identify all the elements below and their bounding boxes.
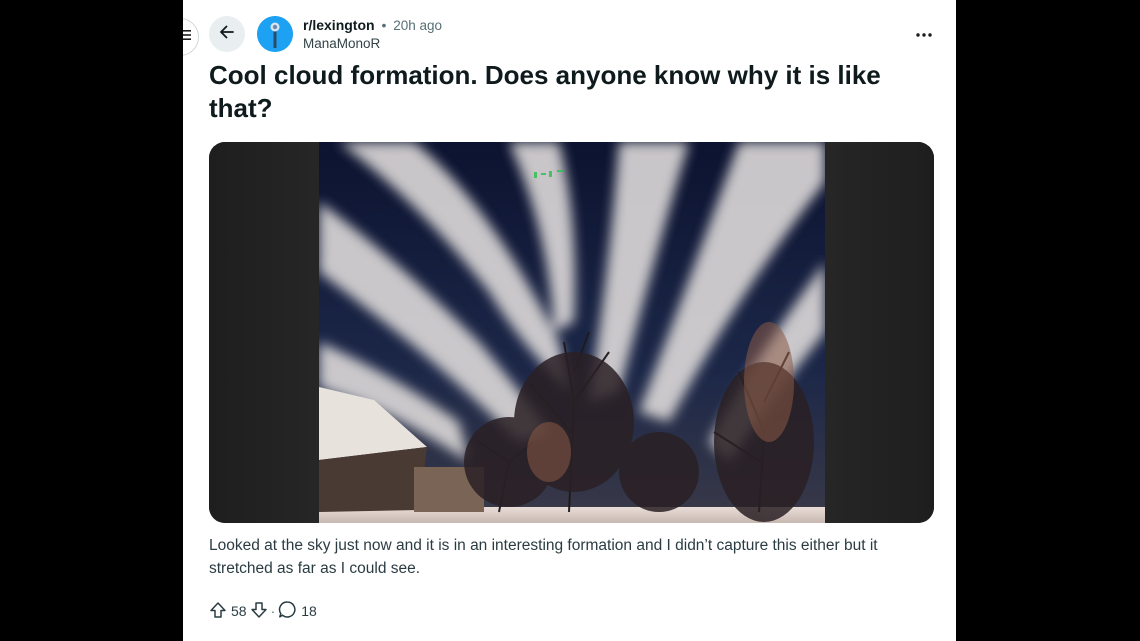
arrow-up-icon bbox=[209, 601, 227, 622]
post-media[interactable] bbox=[209, 142, 934, 523]
upvote-button[interactable] bbox=[209, 601, 227, 622]
post-title[interactable]: Cool cloud formation. Does anyone know w… bbox=[209, 59, 944, 125]
author-link[interactable]: ManaMonoR bbox=[303, 35, 442, 53]
screen: r/lexington • 20h ago ManaMonoR Cool clo… bbox=[0, 0, 1140, 641]
ellipsis-icon bbox=[915, 25, 933, 43]
cloud-photo bbox=[319, 142, 825, 523]
comments-button[interactable] bbox=[278, 600, 297, 622]
arrow-down-icon bbox=[250, 601, 268, 622]
post-panel: r/lexington • 20h ago ManaMonoR Cool clo… bbox=[183, 0, 956, 641]
menu-icon bbox=[183, 28, 192, 46]
subreddit-link[interactable]: r/lexington bbox=[303, 17, 375, 33]
arrow-left-icon bbox=[218, 23, 236, 46]
upvote-count: 58 bbox=[231, 603, 247, 619]
sidebar-menu-button[interactable] bbox=[183, 18, 199, 56]
more-options-button[interactable] bbox=[910, 20, 938, 48]
post-actions: 58 · 18 bbox=[209, 600, 320, 622]
post-time: 20h ago bbox=[393, 18, 443, 33]
back-button[interactable] bbox=[209, 16, 245, 52]
avatar-image bbox=[257, 16, 293, 52]
meta-separator: • bbox=[381, 17, 387, 33]
comment-count: 18 bbox=[301, 603, 317, 619]
actions-separator: · bbox=[270, 603, 276, 619]
media-letterbox-left bbox=[209, 142, 319, 523]
media-letterbox-right bbox=[825, 142, 934, 523]
comment-bubble-icon bbox=[278, 600, 297, 622]
post-body: Looked at the sky just now and it is in … bbox=[209, 537, 878, 577]
downvote-button[interactable] bbox=[250, 601, 268, 622]
post-meta: r/lexington • 20h ago ManaMonoR bbox=[303, 16, 442, 53]
community-avatar[interactable] bbox=[257, 16, 293, 52]
